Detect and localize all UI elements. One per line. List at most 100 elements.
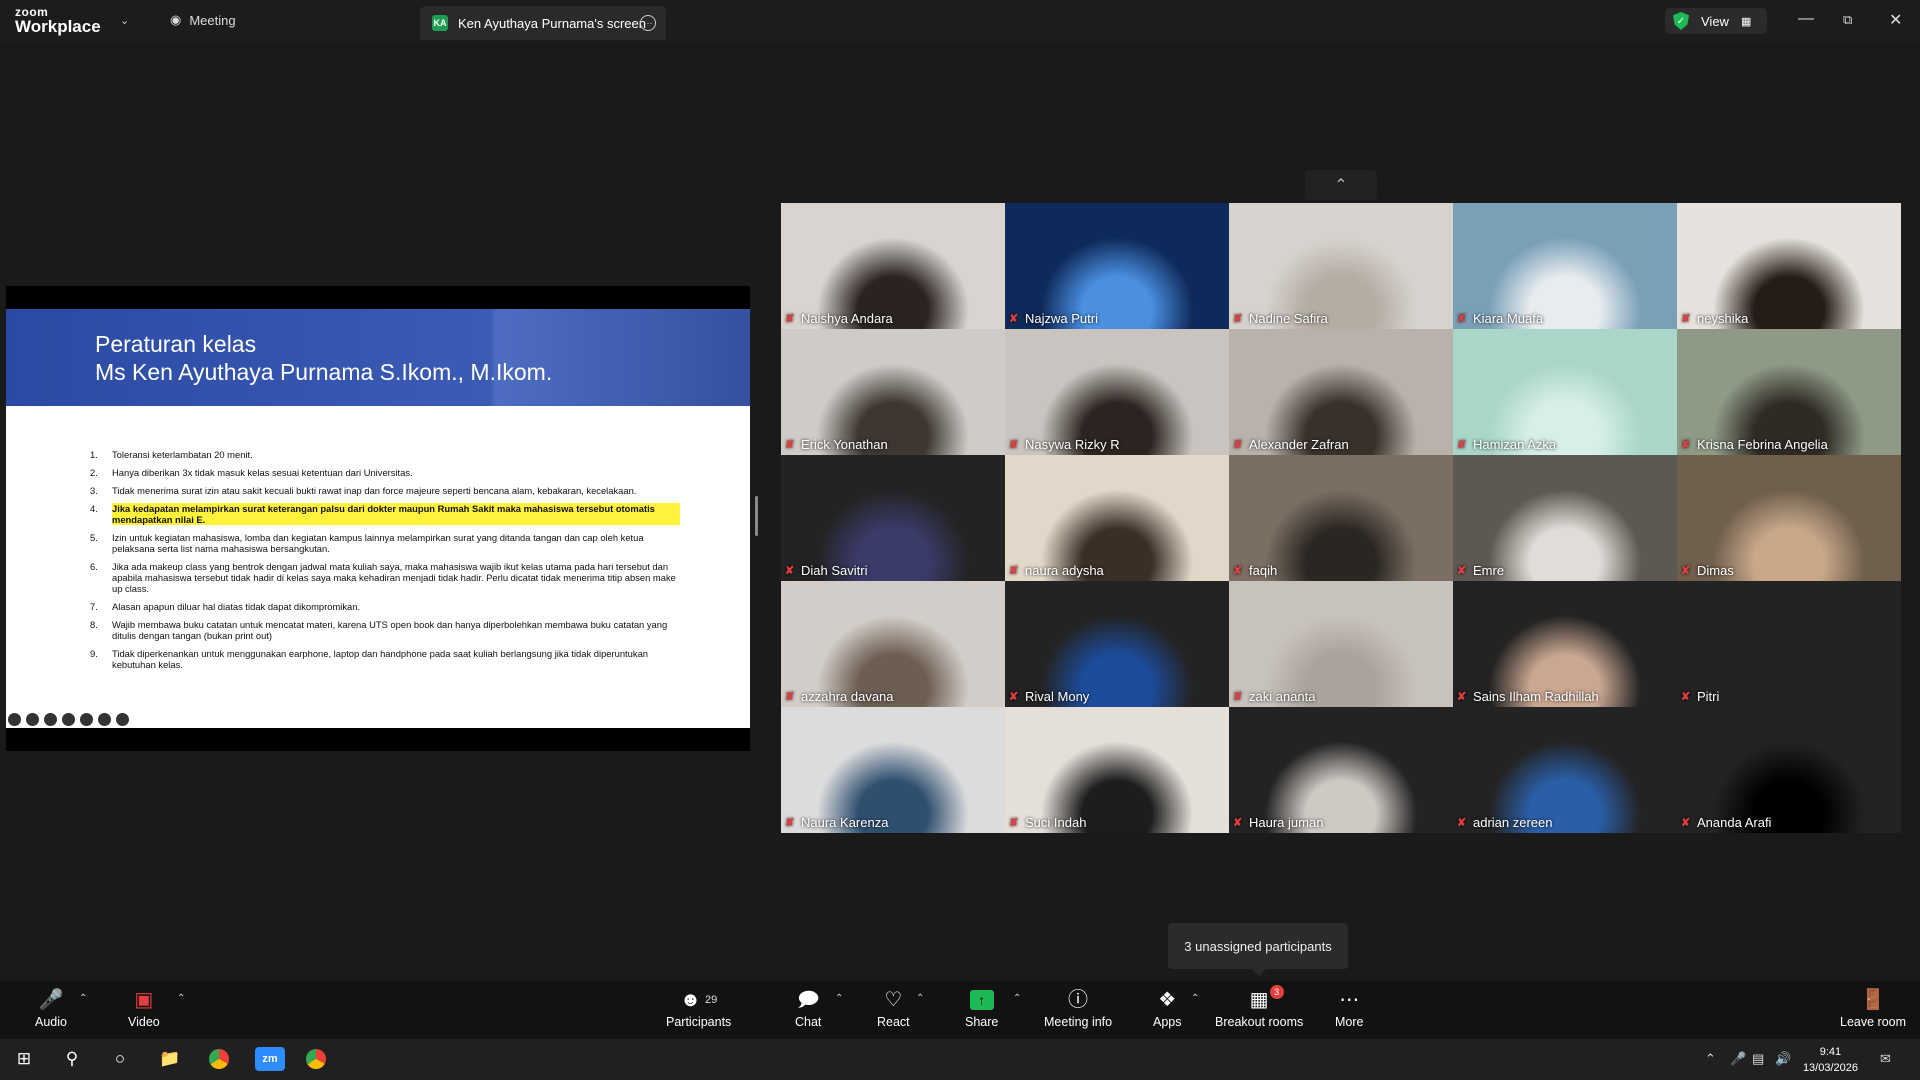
participant-tile[interactable]: ✘ Suci Indah xyxy=(1005,707,1229,833)
participant-tile[interactable]: ✘ faqih xyxy=(1229,455,1453,581)
participant-name-label: ✘ Erick Yonathan xyxy=(785,437,888,452)
participant-name-label: ✘ azzahra davana xyxy=(785,689,894,704)
video-button[interactable]: ▣ Video xyxy=(128,987,160,1029)
react-options-caret-icon[interactable]: ⌃ xyxy=(916,993,924,1004)
video-off-icon: ▣ xyxy=(134,989,154,1011)
next-slide-icon[interactable] xyxy=(116,713,129,726)
view-button[interactable]: ✓ View ▦ xyxy=(1665,8,1767,34)
participant-tile[interactable]: ✘ Alexander Zafran xyxy=(1229,329,1453,455)
tab-shared-screen-label: Ken Ayuthaya Purnama's screen xyxy=(458,15,646,31)
share-options-caret-icon[interactable]: ⌃ xyxy=(1013,993,1021,1004)
split-view-handle[interactable] xyxy=(755,496,758,536)
shared-screen-view[interactable]: Peraturan kelas Ms Ken Ayuthaya Purnama … xyxy=(6,286,750,751)
rule-item: 7. Alasan apapun diluar hal diatas tidak … xyxy=(90,601,680,612)
participant-name-label: ✘ Naishya Andara xyxy=(785,311,893,326)
title-bar: zoom Workplace ⌄ ◉ Meeting KA Ken Ayutha… xyxy=(0,0,1920,44)
share-button[interactable]: ↑ Share xyxy=(965,987,998,1029)
volume-icon[interactable]: 🔊 xyxy=(1775,1051,1791,1067)
participant-tile[interactable]: ✘ Diah Savitri xyxy=(781,455,1005,581)
tab-meeting[interactable]: ◉ Meeting xyxy=(170,12,236,28)
participant-tile[interactable]: ✘ azzahra davana xyxy=(781,581,1005,707)
chat-options-caret-icon[interactable]: ⌃ xyxy=(835,993,843,1004)
system-clock[interactable]: 9:41 13/03/2026 xyxy=(1803,1044,1858,1076)
muted-mic-icon: ✘ xyxy=(1233,690,1243,703)
participant-name-label: ✘ Emre xyxy=(1457,563,1504,578)
muted-mic-icon: ✘ xyxy=(1009,816,1019,829)
search-icon[interactable]: ⚲ xyxy=(60,1047,84,1071)
leave-room-button[interactable]: 🚪 Leave room xyxy=(1840,987,1906,1029)
participant-tile[interactable]: ✘ neyshika xyxy=(1677,203,1901,329)
windows-taskbar: ⊞ ⚲ ○ 📁 zm ⌃ 🎤 ▤ 🔊 9:41 13/03/2026 ✉ xyxy=(0,1039,1920,1080)
participant-tile[interactable]: ✘ Emre xyxy=(1453,455,1677,581)
microphone-icon[interactable]: 🎤 xyxy=(1730,1051,1746,1067)
security-shield-icon[interactable]: ✓ xyxy=(1673,12,1689,30)
participant-name: Naura Karenza xyxy=(801,815,889,830)
chrome-profile-icon[interactable] xyxy=(304,1047,328,1071)
notifications-icon[interactable]: ✉ xyxy=(1880,1051,1891,1067)
participant-tile[interactable]: ✘ Erick Yonathan xyxy=(781,329,1005,455)
muted-mic-icon: ✘ xyxy=(1681,564,1691,577)
participant-name-label: ✘ Haura juman xyxy=(1233,815,1323,830)
participant-tile[interactable]: ✘ Ananda Arafi xyxy=(1677,707,1901,833)
react-button[interactable]: ♡ React xyxy=(877,987,910,1029)
meeting-toolbar: 🎤 Audio ⌃ ▣ Video ⌃ ☻ 29 Participants 🗩 C… xyxy=(0,981,1920,1039)
breakout-rooms-label: Breakout rooms xyxy=(1215,1015,1304,1029)
participant-name-label: ✘ Naura Karenza xyxy=(785,815,888,830)
participant-tile[interactable]: ✘ Nasywa Rizky R xyxy=(1005,329,1229,455)
collapse-gallery-button[interactable]: ⌃ xyxy=(1305,170,1377,200)
info-icon: ⓘ xyxy=(1068,989,1089,1011)
participant-name-label: ✘ Kiara Muafa xyxy=(1457,311,1543,326)
participant-tile[interactable]: ✘ Rival Mony xyxy=(1005,581,1229,707)
participant-tile[interactable]: ✘ Krisna Febrina Angelia xyxy=(1677,329,1901,455)
file-explorer-icon[interactable]: 📁 xyxy=(158,1047,182,1071)
participant-tile[interactable]: ✘ Kiara Muafa xyxy=(1453,203,1677,329)
breakout-rooms-button[interactable]: ▦ 3 Breakout rooms xyxy=(1215,985,1304,1029)
participant-tile[interactable]: ✘ Naishya Andara xyxy=(781,203,1005,329)
apps-button[interactable]: ❖ Apps xyxy=(1153,987,1182,1029)
options-icon[interactable] xyxy=(98,713,111,726)
participant-tile[interactable]: ✘ Dimas xyxy=(1677,455,1901,581)
more-button[interactable]: ⋯ More xyxy=(1335,987,1363,1029)
show-hidden-icons-icon[interactable]: ⌃ xyxy=(1705,1051,1716,1067)
zoom-workplace-logo[interactable]: zoom Workplace xyxy=(15,6,101,35)
close-icon[interactable]: ✕ xyxy=(1889,10,1902,30)
participant-tile[interactable]: ✘ Nadine Safira xyxy=(1229,203,1453,329)
participant-tile[interactable]: ✘ Pitri xyxy=(1677,581,1901,707)
windows-start-icon[interactable]: ⊞ xyxy=(12,1047,36,1071)
prev-slide-icon[interactable] xyxy=(8,713,21,726)
minimize-icon[interactable]: — xyxy=(1798,10,1814,28)
participant-tile[interactable]: ✘ adrian zereen xyxy=(1453,707,1677,833)
participant-tile[interactable]: ✘ zaki ananta xyxy=(1229,581,1453,707)
zoom-app-icon[interactable]: zm xyxy=(255,1047,285,1071)
more-options-icon[interactable]: ⋯ xyxy=(640,15,656,31)
audio-options-caret-icon[interactable]: ⌃ xyxy=(79,993,87,1004)
chevron-down-icon[interactable]: ⌄ xyxy=(120,14,129,27)
chat-label: Chat xyxy=(795,1015,822,1029)
video-icon[interactable] xyxy=(80,713,93,726)
audio-button[interactable]: 🎤 Audio xyxy=(35,987,67,1029)
participant-tile[interactable]: ✘ Haura juman xyxy=(1229,707,1453,833)
slides-icon[interactable] xyxy=(62,713,75,726)
leave-room-icon: 🚪 xyxy=(1860,989,1886,1011)
rule-item: 4. Jika kedapatan melampirkan surat keter… xyxy=(90,503,680,525)
meeting-info-button[interactable]: ⓘ Meeting info xyxy=(1044,987,1112,1029)
video-options-caret-icon[interactable]: ⌃ xyxy=(177,993,185,1004)
apps-options-caret-icon[interactable]: ⌃ xyxy=(1191,993,1199,1004)
participant-tile[interactable]: ✘ Hamizan Azka xyxy=(1453,329,1677,455)
chat-button[interactable]: 🗩 Chat xyxy=(795,987,821,1029)
chrome-icon[interactable] xyxy=(207,1047,231,1071)
task-view-icon[interactable]: ○ xyxy=(108,1047,132,1071)
muted-mic-icon: ✘ xyxy=(1233,438,1243,451)
participant-name: Rival Mony xyxy=(1025,689,1090,704)
participants-button[interactable]: ☻ 29 Participants xyxy=(666,987,731,1029)
slide-title-line2: Ms Ken Ayuthaya Purnama S.Ikom., M.Ikom. xyxy=(95,359,553,385)
participant-tile[interactable]: ✘ Sains Ilham Radhillah xyxy=(1453,581,1677,707)
participant-tile[interactable]: ✘ Najzwa Putri xyxy=(1005,203,1229,329)
restore-icon[interactable]: ⧉ xyxy=(1843,12,1852,28)
participant-tile[interactable]: ✘ naura adysha xyxy=(1005,455,1229,581)
zoom-icon[interactable] xyxy=(44,713,57,726)
network-icon[interactable]: ▤ xyxy=(1752,1051,1764,1067)
participant-tile[interactable]: ✘ Naura Karenza xyxy=(781,707,1005,833)
tab-shared-screen[interactable]: KA Ken Ayuthaya Purnama's screen ⋯ xyxy=(420,6,666,40)
pen-icon[interactable] xyxy=(26,713,39,726)
